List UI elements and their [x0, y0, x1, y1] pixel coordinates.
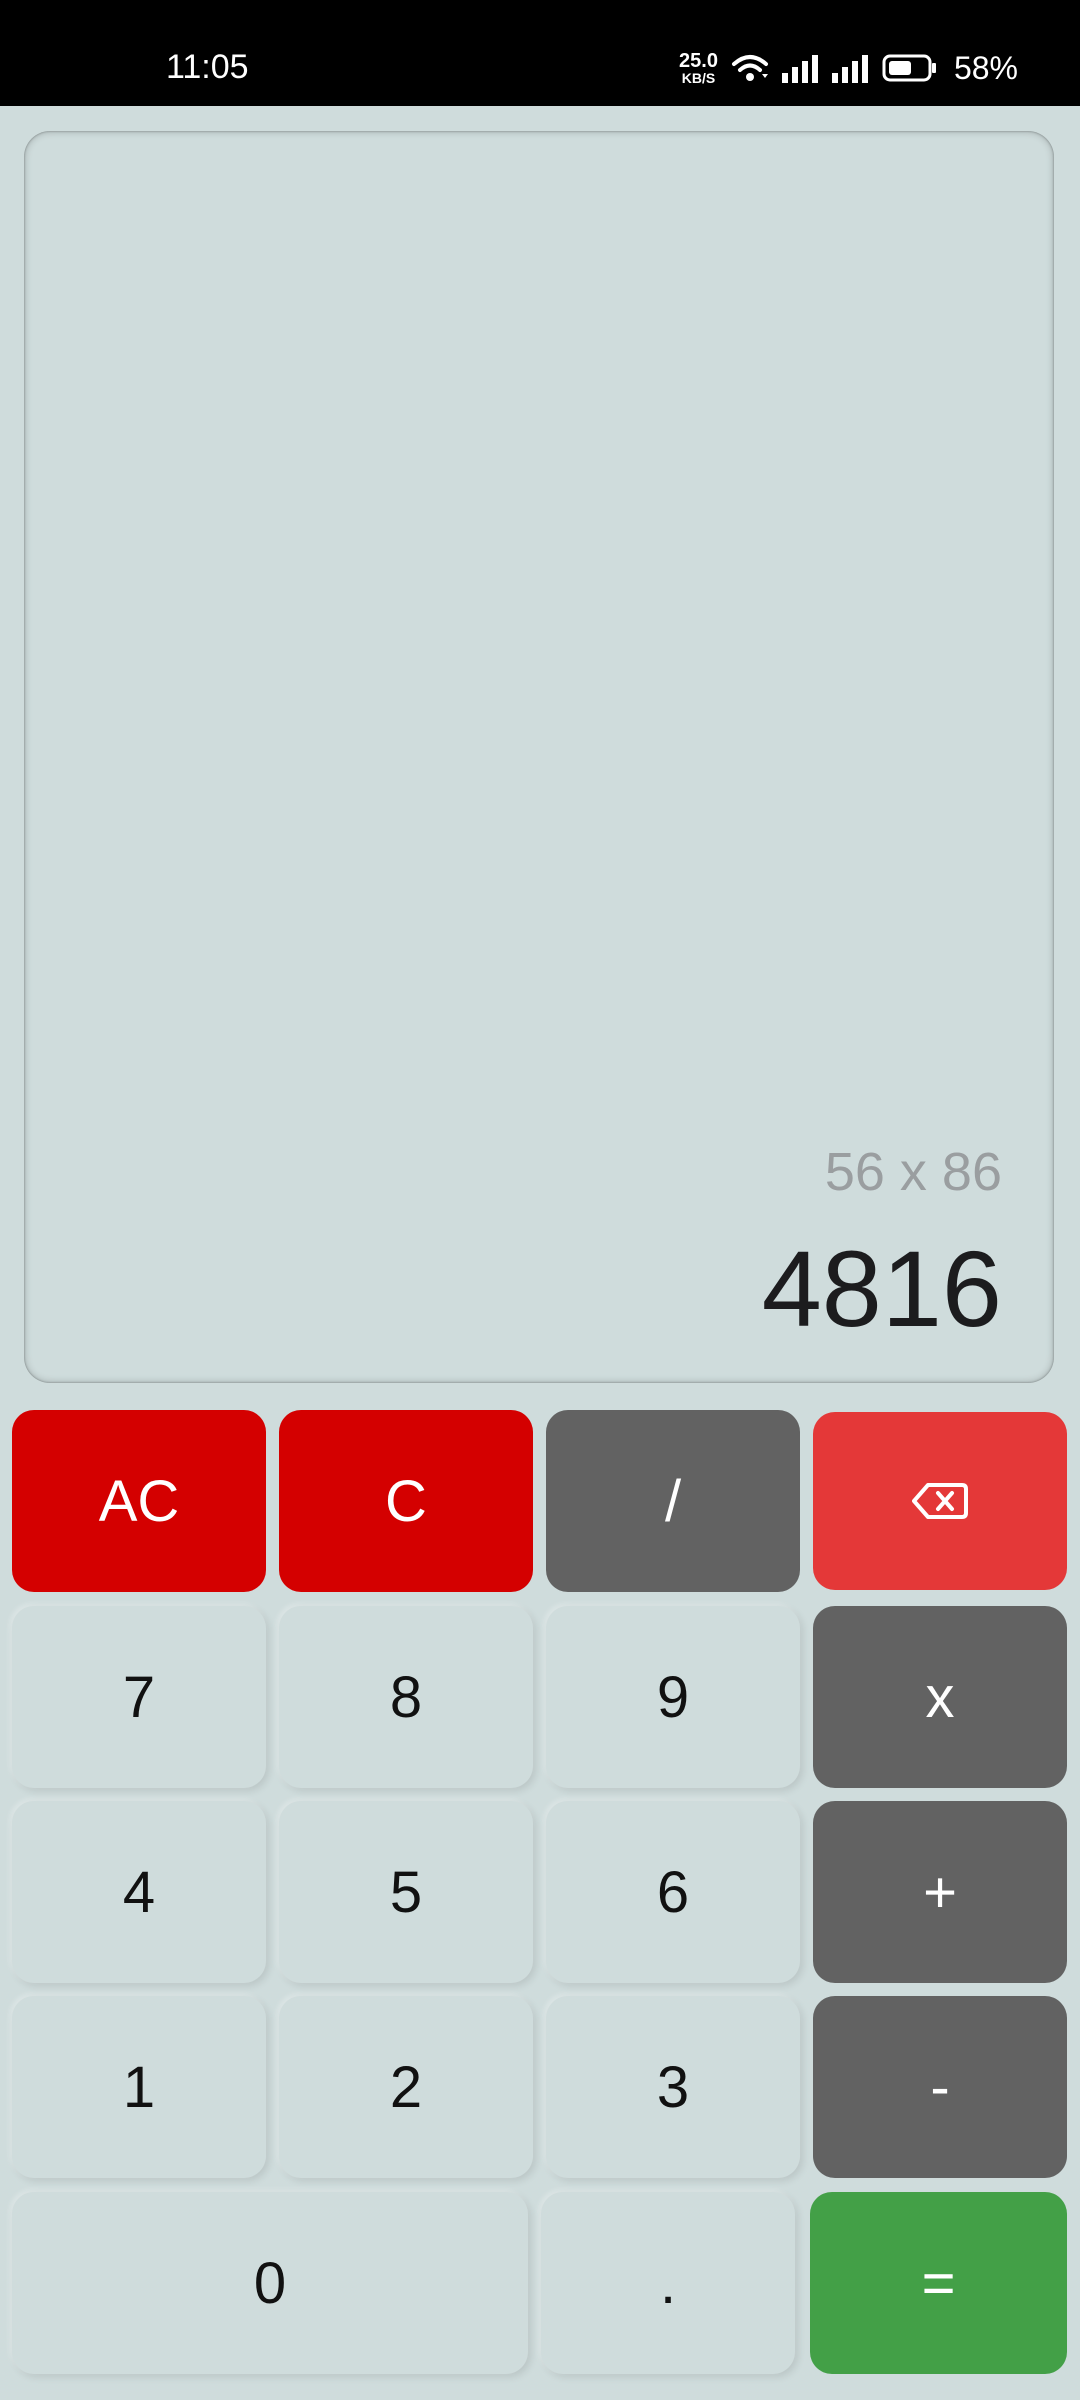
network-speed-value: 25.0: [679, 50, 718, 72]
status-time: 11:05: [166, 48, 249, 86]
digit-4-button[interactable]: 4: [12, 1801, 266, 1983]
battery-percent: 58%: [953, 49, 1018, 86]
digit-5-button[interactable]: 5: [279, 1801, 533, 1983]
digit-3-button[interactable]: 3: [546, 1996, 800, 2178]
wifi-icon: [731, 55, 768, 81]
signal-icon: [831, 55, 868, 83]
digit-6-button[interactable]: 6: [546, 1801, 800, 1983]
battery-icon: [882, 54, 936, 82]
network-speed-unit: KB/S: [681, 70, 716, 86]
all-clear-button[interactable]: AC: [12, 1410, 266, 1592]
multiply-button[interactable]: x: [813, 1606, 1067, 1788]
status-icons: 25.0 KB/S 58%: [679, 48, 1018, 88]
digit-0-button[interactable]: 0: [12, 2192, 528, 2374]
network-speed: 25.0 KB/S: [679, 51, 718, 85]
decimal-point-button[interactable]: .: [541, 2192, 795, 2374]
clear-button[interactable]: C: [279, 1410, 533, 1592]
divide-button[interactable]: /: [546, 1410, 800, 1592]
equals-button[interactable]: =: [810, 2192, 1067, 2374]
backspace-icon: [912, 1483, 968, 1519]
minus-button[interactable]: -: [813, 1996, 1067, 2178]
backspace-button[interactable]: [813, 1412, 1067, 1590]
digit-2-button[interactable]: 2: [279, 1996, 533, 2178]
plus-button[interactable]: +: [813, 1801, 1067, 1983]
digit-7-button[interactable]: 7: [12, 1606, 266, 1788]
result-text: 4816: [761, 1228, 1002, 1349]
digit-8-button[interactable]: 8: [279, 1606, 533, 1788]
signal-icon: [781, 55, 818, 83]
digit-1-button[interactable]: 1: [12, 1996, 266, 2178]
calculator-display: 56 x 86 4816: [24, 131, 1054, 1383]
digit-9-button[interactable]: 9: [546, 1606, 800, 1788]
expression-text: 56 x 86: [824, 1142, 1002, 1202]
status-bar: 11:05 25.0 KB/S 58%: [0, 0, 1080, 106]
